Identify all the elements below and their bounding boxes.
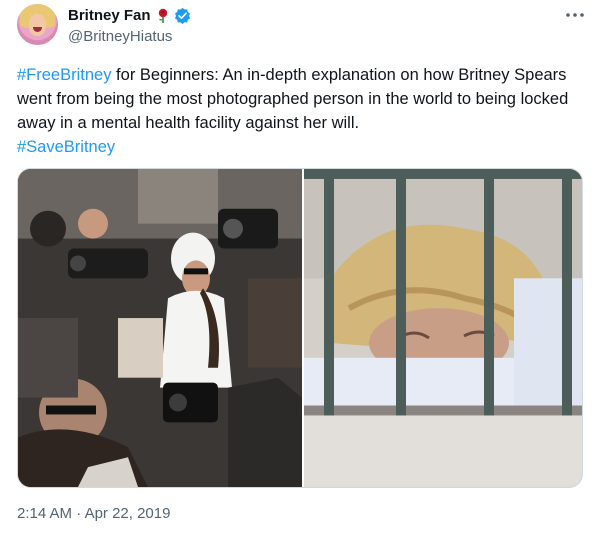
verified-badge-icon [174, 7, 190, 24]
hashtag-link-freebritney[interactable]: #FreeBritney [17, 66, 111, 84]
author-display-name[interactable]: Britney Fan [68, 7, 151, 24]
avatar[interactable] [17, 4, 58, 45]
media-grid [17, 168, 583, 488]
tweet-timestamp[interactable]: 2:14 AM · Apr 22, 2019 [17, 505, 170, 522]
tweet-card: Britney Fan @BritneyHiatus #FreeBritney … [0, 0, 595, 533]
author-name-row: Britney Fan [68, 7, 191, 24]
barred-window-photo[interactable] [304, 169, 583, 487]
paparazzi-crowd-photo[interactable] [18, 169, 302, 487]
more-options-icon[interactable] [564, 8, 586, 22]
tweet-time: 2:14 AM [17, 505, 73, 522]
timestamp-separator: · [72, 505, 85, 522]
avatar-face [29, 14, 46, 36]
rose-icon [158, 8, 167, 23]
tweet-text: #FreeBritney for Beginners: An in-depth … [17, 63, 582, 159]
author-handle[interactable]: @BritneyHiatus [68, 28, 172, 45]
tweet-date: Apr 22, 2019 [84, 505, 171, 522]
hashtag-link-savebritney[interactable]: #SaveBritney [17, 138, 115, 156]
